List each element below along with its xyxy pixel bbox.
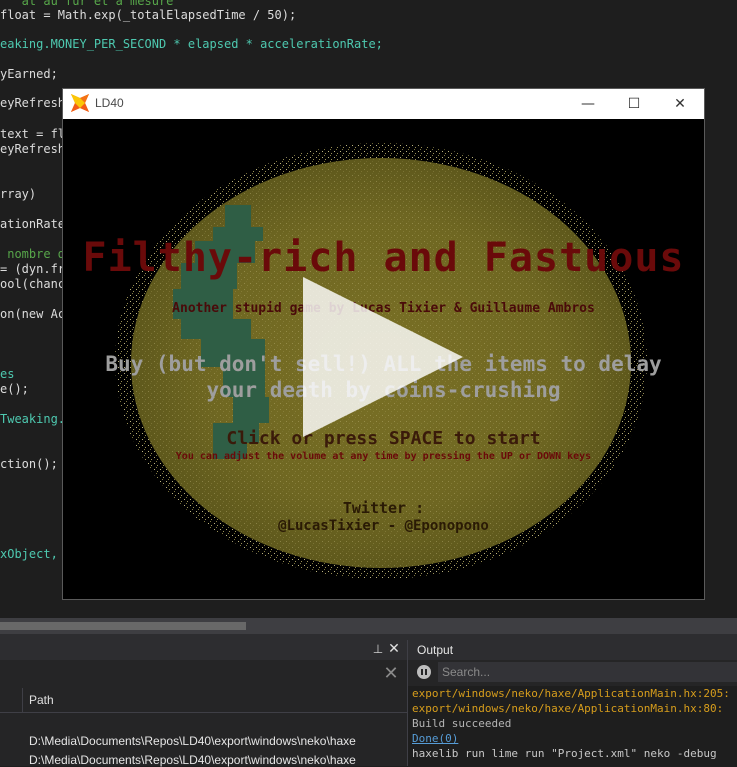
twitter-heading: Twitter : [342, 499, 425, 517]
column-divider[interactable] [22, 688, 23, 712]
output-header: Output [408, 640, 737, 660]
code-line: e(); [0, 382, 29, 396]
code-line: float = Math.exp(_totalElapsedTime / 50)… [0, 8, 297, 22]
code-line: rray) [0, 187, 37, 201]
minimize-button[interactable]: — [565, 89, 611, 119]
code-line: ationRate: [0, 217, 73, 231]
code-line: eyRefresh [0, 142, 66, 156]
game-canvas[interactable]: Filthy-rich and Fastuous Another stupid … [63, 119, 704, 599]
output-toolbar [408, 660, 737, 686]
code-line: yEarned; [0, 67, 58, 81]
code-line: ool(chance [0, 277, 73, 291]
code-line: at au fur et a mesure [0, 0, 174, 8]
column-header-path[interactable]: Path [29, 693, 54, 707]
game-window[interactable]: LD40 — ☐ ✕ Filthy-rich and Fastuous Anot… [63, 89, 704, 599]
code-line: text = fl [0, 127, 66, 141]
haxe-logo-icon [71, 94, 89, 112]
code-line: eyRefresh [0, 96, 66, 110]
window-titlebar[interactable]: LD40 — ☐ ✕ [63, 89, 704, 119]
find-results-panel: ⊥ ✕ ✕ Path D:\Media\Documents\Repos\LD40… [0, 640, 407, 767]
maximize-button[interactable]: ☐ [611, 89, 657, 119]
game-title: Filthy-rich and Fastuous [82, 235, 685, 281]
result-row[interactable]: D:\Media\Documents\Repos\LD40\export\win… [29, 734, 356, 748]
output-line: Done(0) [412, 732, 459, 745]
code-line: xObject, g [0, 547, 73, 561]
code-line: es [0, 367, 15, 381]
panel-toolbar: ✕ [0, 660, 407, 689]
output-line: haxelib run lime run "Project.xml" neko … [412, 747, 717, 760]
close-icon[interactable]: ✕ [387, 641, 401, 657]
code-line: eaking.MONEY_PER_SECOND * elapsed * acce… [0, 37, 383, 51]
output-line: export/windows/neko/haxe/ApplicationMain… [412, 702, 724, 715]
play-icon[interactable] [303, 277, 463, 437]
code-line: nombre d' [0, 247, 73, 261]
pause-icon[interactable] [417, 665, 431, 679]
volume-hint: You can adjust the volume at any time by… [175, 451, 592, 462]
clear-results-icon[interactable]: ✕ [382, 665, 400, 683]
twitter-handles: @LucasTixier - @Eponopono [278, 518, 489, 534]
output-line: export/windows/neko/haxe/ApplicationMain… [412, 687, 730, 700]
close-button[interactable]: ✕ [657, 89, 703, 119]
code-line: Tweaking.F [0, 412, 73, 426]
output-search-input[interactable] [438, 662, 737, 682]
code-line: = (dyn.fre [0, 262, 73, 276]
code-line: on(new Ac [0, 307, 66, 321]
window-title: LD40 [95, 96, 124, 110]
panel-header: ⊥ ✕ [0, 640, 407, 660]
editor-scroll-thumb[interactable] [0, 622, 246, 630]
pin-icon[interactable]: ⊥ [372, 642, 384, 656]
code-line: ction(); [0, 457, 58, 471]
results-grid-header: Path [0, 688, 407, 713]
output-line: Build succeeded [412, 717, 512, 730]
output-panel: Output export/windows/neko/haxe/Applicat… [407, 640, 737, 766]
output-title: Output [417, 643, 454, 657]
result-row[interactable]: D:\Media\Documents\Repos\LD40\export\win… [29, 753, 356, 767]
